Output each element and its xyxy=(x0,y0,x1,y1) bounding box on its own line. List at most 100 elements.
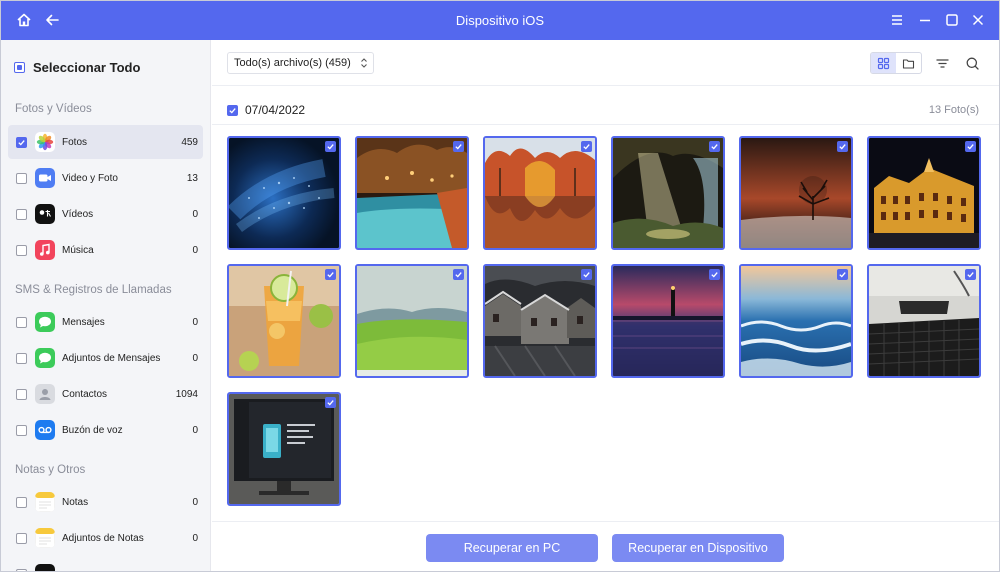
videos-checkbox[interactable] xyxy=(16,208,27,220)
photo-checkbox[interactable] xyxy=(709,269,720,280)
video-photo-label: Video y Foto xyxy=(62,172,118,184)
date-group-checkbox[interactable] xyxy=(227,105,238,116)
videos-count: 0 xyxy=(192,208,198,220)
sidebar-item-message-attachments[interactable]: Adjuntos de Mensajes 0 xyxy=(8,341,203,375)
photo-monitor-screen xyxy=(229,394,339,504)
photo-thumbnail[interactable] xyxy=(739,136,853,250)
videos-label: Vídeos xyxy=(62,208,94,220)
photo-ocean-waves xyxy=(741,266,851,376)
sidebar: Seleccionar Todo Fotos y Vídeos Fotos 45… xyxy=(1,40,211,571)
sidebar-item-videos[interactable]: Vídeos 0 xyxy=(8,197,203,231)
maximize-icon[interactable] xyxy=(941,9,963,31)
photo-keyboard-desk xyxy=(869,266,979,376)
camera-video-icon xyxy=(35,168,55,188)
photo-thumbnail[interactable] xyxy=(611,136,725,250)
photo-checkbox[interactable] xyxy=(453,269,464,280)
section-title-notes-other: Notas y Otros xyxy=(15,464,86,476)
messages-app-icon xyxy=(35,312,55,332)
notes-label: Notas xyxy=(62,496,89,508)
select-arrows-icon xyxy=(360,58,367,68)
notes-checkbox[interactable] xyxy=(16,496,27,508)
photos-label: Fotos xyxy=(62,136,88,148)
apple-tv-icon xyxy=(35,204,55,224)
view-toggle-group xyxy=(870,52,922,74)
photo-checkbox[interactable] xyxy=(453,141,464,152)
app-window: Dispositivo iOS Seleccionar Todo Fotos y… xyxy=(0,0,1000,572)
sidebar-item-video-photo[interactable]: Video y Foto 13 xyxy=(8,161,203,195)
sidebar-item-music[interactable]: Música 0 xyxy=(8,233,203,267)
window-title: Dispositivo iOS xyxy=(455,13,545,28)
photo-checkbox[interactable] xyxy=(581,269,592,280)
file-filter-select[interactable]: Todo(s) archivo(s) (459) xyxy=(227,52,374,74)
folder-view-icon[interactable] xyxy=(896,53,921,73)
close-icon[interactable] xyxy=(967,9,989,31)
photo-thumbnail[interactable] xyxy=(227,264,341,378)
contacts-app-icon xyxy=(35,384,55,404)
section-title-photos-videos: Fotos y Vídeos xyxy=(15,103,92,115)
video-photo-count: 13 xyxy=(186,172,198,184)
video-photo-checkbox[interactable] xyxy=(16,172,27,184)
photo-thumbnail[interactable] xyxy=(483,264,597,378)
photo-thumbnail[interactable] xyxy=(611,264,725,378)
dark-app-icon xyxy=(35,564,55,571)
voicemail-checkbox[interactable] xyxy=(16,424,27,436)
music-label: Música xyxy=(62,244,94,256)
photo-autumn-lake xyxy=(485,138,595,248)
photo-checkbox[interactable] xyxy=(325,397,336,408)
photo-thumbnail[interactable] xyxy=(227,136,341,250)
sidebar-item-more[interactable] xyxy=(8,557,203,571)
photo-thumbnail[interactable] xyxy=(355,136,469,250)
section-title-sms-calls: SMS & Registros de Llamadas xyxy=(15,284,172,296)
music-checkbox[interactable] xyxy=(16,244,27,256)
select-all-toggle[interactable]: Seleccionar Todo xyxy=(14,60,140,75)
photo-thumbnail[interactable] xyxy=(739,264,853,378)
sidebar-item-messages[interactable]: Mensajes 0 xyxy=(8,305,203,339)
photo-thumbnail[interactable] xyxy=(867,264,981,378)
note-attachments-label: Adjuntos de Notas xyxy=(62,532,144,544)
photo-checkbox[interactable] xyxy=(965,269,976,280)
main-panel: Todo(s) archivo(s) (459) 07/04/2022 13 F… xyxy=(212,40,999,571)
photos-checkbox[interactable] xyxy=(16,136,27,148)
photo-thumbnail[interactable] xyxy=(867,136,981,250)
minimize-icon[interactable] xyxy=(914,9,936,31)
messages-count: 0 xyxy=(192,316,198,328)
messages-checkbox[interactable] xyxy=(16,316,27,328)
filter-icon[interactable] xyxy=(933,54,951,72)
photo-checkbox[interactable] xyxy=(325,269,336,280)
photo-resort-pool xyxy=(357,138,467,248)
photo-green-field xyxy=(357,266,467,376)
message-attachments-count: 0 xyxy=(192,352,198,364)
sidebar-item-contacts[interactable]: Contactos 1094 xyxy=(8,377,203,411)
photo-checkbox[interactable] xyxy=(965,141,976,152)
recover-to-device-button[interactable]: Recuperar en Dispositivo xyxy=(612,534,784,562)
photo-checkbox[interactable] xyxy=(581,141,592,152)
contacts-checkbox[interactable] xyxy=(16,388,27,400)
notes-attachments-icon xyxy=(35,528,55,548)
notes-count: 0 xyxy=(192,496,198,508)
title-bar: Dispositivo iOS xyxy=(1,1,999,40)
select-all-checkbox[interactable] xyxy=(14,62,25,73)
photo-thumbnail[interactable] xyxy=(227,392,341,506)
sidebar-item-voicemail[interactable]: Buzón de voz 0 xyxy=(8,413,203,447)
photo-checkbox[interactable] xyxy=(325,141,336,152)
action-bar: Recuperar en PC Recuperar en Dispositivo xyxy=(212,521,999,571)
photo-cave-light xyxy=(613,138,723,248)
photo-checkbox[interactable] xyxy=(837,269,848,280)
grid-view-icon[interactable] xyxy=(871,53,896,73)
music-count: 0 xyxy=(192,244,198,256)
photos-count: 459 xyxy=(181,136,198,148)
more-checkbox[interactable] xyxy=(16,568,27,571)
search-icon[interactable] xyxy=(963,54,981,72)
photo-checkbox[interactable] xyxy=(709,141,720,152)
sidebar-item-notes[interactable]: Notas 0 xyxy=(8,485,203,519)
photo-thumbnail[interactable] xyxy=(355,264,469,378)
photo-thumbnail[interactable] xyxy=(483,136,597,250)
note-attachments-checkbox[interactable] xyxy=(16,532,27,544)
message-attachments-checkbox[interactable] xyxy=(16,352,27,364)
menu-icon[interactable] xyxy=(886,9,908,31)
sidebar-item-note-attachments[interactable]: Adjuntos de Notas 0 xyxy=(8,521,203,555)
photo-checkbox[interactable] xyxy=(837,141,848,152)
voicemail-label: Buzón de voz xyxy=(62,424,123,436)
sidebar-item-photos[interactable]: Fotos 459 xyxy=(8,125,203,159)
recover-to-pc-button[interactable]: Recuperar en PC xyxy=(426,534,598,562)
